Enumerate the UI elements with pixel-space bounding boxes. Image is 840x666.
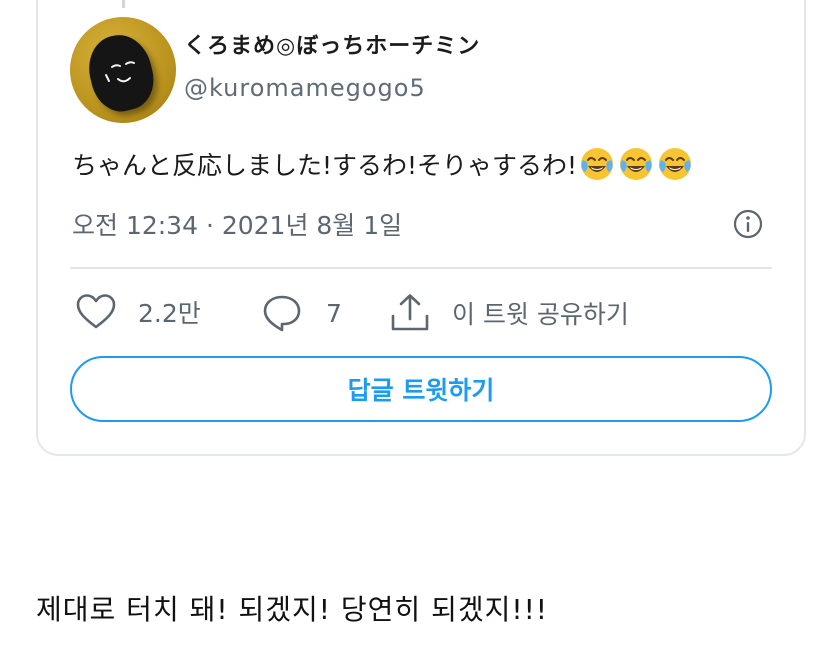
user-handle[interactable]: @kuromamegogo5 (184, 74, 426, 102)
emoji-row (579, 146, 696, 182)
avatar[interactable] (70, 17, 176, 123)
face-with-tears-of-joy-icon (659, 148, 692, 180)
thread-connector-line (122, 0, 125, 8)
speech-bubble-icon[interactable] (260, 292, 304, 334)
caption-text: 제대로 터치 돼! 되겠지! 당연히 되겠지!!! (36, 593, 549, 626)
face-with-tears-of-joy-icon (620, 148, 653, 180)
tweet-text: ちゃんと反応しました!するわ!そりゃするわ! (72, 151, 578, 180)
face-with-tears-of-joy-icon (581, 148, 614, 180)
reply-tweet-button[interactable]: 답글 트윗하기 (70, 356, 772, 422)
like-action[interactable]: 2.2만 (74, 292, 201, 332)
reply-action[interactable]: 7 (260, 292, 342, 334)
tweet-timestamp[interactable]: 오전 12:34 · 2021년 8월 1일 (72, 206, 402, 242)
heart-icon[interactable] (74, 292, 118, 332)
display-name[interactable]: くろまめ◎ぼっちホーチミン (184, 28, 480, 60)
divider (70, 267, 772, 269)
share-icon[interactable] (388, 292, 432, 334)
avatar-face-icon (105, 61, 135, 83)
info-icon[interactable] (732, 208, 764, 240)
share-action[interactable]: 이 트윗 공유하기 (388, 292, 629, 334)
tweet-body: ちゃんと反応しました!するわ!そりゃするわ! (72, 146, 696, 182)
reply-count: 7 (326, 298, 342, 328)
like-count: 2.2만 (138, 299, 201, 328)
share-label: 이 트윗 공유하기 (452, 300, 629, 329)
